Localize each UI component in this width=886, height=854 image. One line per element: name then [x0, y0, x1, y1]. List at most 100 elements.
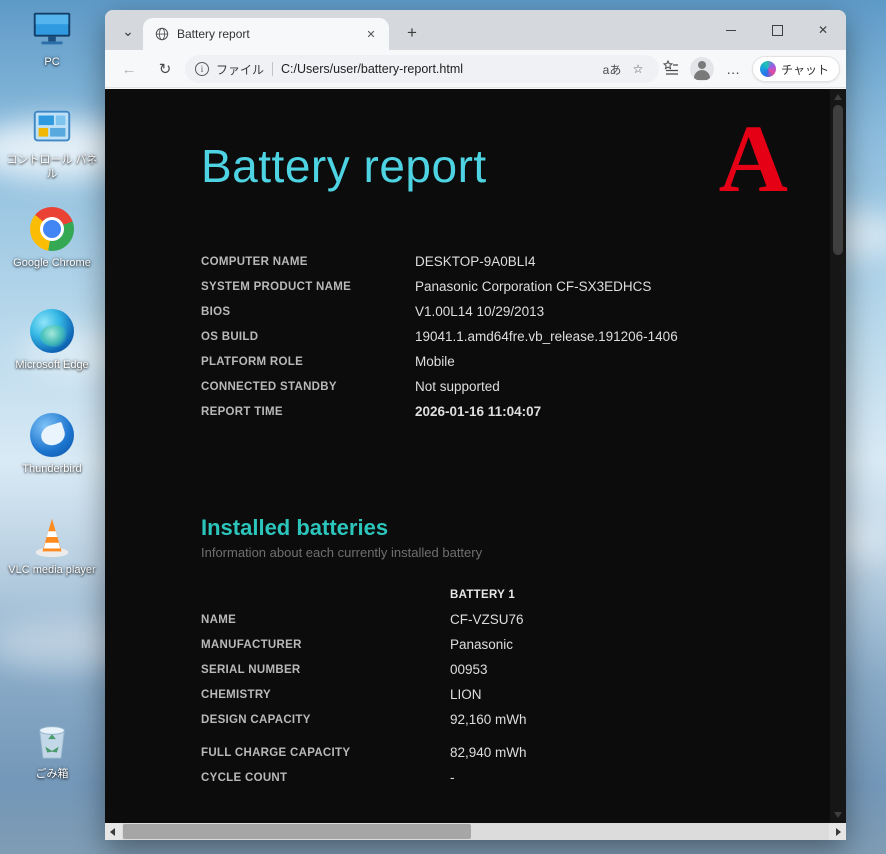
tab-battery-report[interactable]: Battery report ✕ [143, 18, 389, 50]
desktop-icon-label: PC [2, 56, 102, 70]
new-tab-button[interactable]: + [399, 20, 425, 46]
field-value: DESKTOP-9A0BLI4 [415, 254, 536, 269]
table-row: FULL CHARGE CAPACITY 82,940 mWh [201, 740, 830, 765]
scroll-right-icon[interactable] [829, 823, 846, 840]
field-label: PLATFORM ROLE [201, 356, 415, 368]
desktop-icon-google-chrome[interactable]: Google Chrome [2, 206, 102, 271]
system-info-table: COMPUTER NAME DESKTOP-9A0BLI4 SYSTEM PRO… [201, 249, 830, 424]
chat-button-label: チャット [781, 61, 829, 78]
field-value: CF-VZSU76 [450, 612, 524, 627]
table-row: PLATFORM ROLE Mobile [201, 349, 830, 374]
settings-more-icon[interactable]: … [720, 56, 746, 82]
desktop-icon-recycle-bin[interactable]: ごみ箱 [2, 718, 102, 782]
section-subheading: Information about each currently install… [201, 545, 830, 560]
installed-batteries-table: BATTERY 1 NAME CF-VZSU76 MANUFACTURER Pa… [201, 582, 830, 790]
desktop-icon-control-panel[interactable]: コントロール パネル [2, 104, 102, 182]
field-label: CYCLE COUNT [201, 772, 450, 784]
profile-avatar[interactable] [690, 57, 714, 81]
bing-chat-icon [760, 61, 776, 77]
field-label: BIOS [201, 306, 415, 318]
field-value: Mobile [415, 354, 455, 369]
table-row: OS BUILD 19041.1.amd64fre.vb_release.191… [201, 324, 830, 349]
microsoft-edge-icon [29, 309, 75, 355]
table-row: MANUFACTURER Panasonic [201, 632, 830, 657]
minimize-button[interactable] [708, 10, 754, 50]
field-value: LION [450, 687, 482, 702]
field-label: CONNECTED STANDBY [201, 381, 415, 393]
horizontal-scrollbar-thumb[interactable] [123, 824, 471, 839]
desktop-icon-label: VLC media player [2, 564, 102, 578]
maximize-button[interactable] [754, 10, 800, 50]
pc-icon [29, 6, 75, 52]
table-row: NAME CF-VZSU76 [201, 607, 830, 632]
desktop-icon-label: Microsoft Edge [2, 359, 102, 373]
column-header: BATTERY 1 [450, 589, 515, 601]
field-value: 2026-01-16 11:04:07 [415, 404, 541, 419]
field-label: SYSTEM PRODUCT NAME [201, 281, 415, 293]
add-favorite-star-icon[interactable]: ☆ [625, 57, 651, 81]
chat-button[interactable]: チャット [752, 56, 840, 82]
favorites-hub-icon[interactable] [658, 56, 684, 82]
refresh-button[interactable]: ↻ [151, 56, 179, 82]
annotation-letter: A [719, 111, 788, 207]
table-row: REPORT TIME 2026-01-16 11:04:07 [201, 399, 830, 424]
url-scheme-label: ファイル [216, 61, 264, 78]
field-value: 92,160 mWh [450, 712, 527, 727]
desktop-icon-thunderbird[interactable]: Thunderbird [2, 412, 102, 477]
horizontal-scrollbar[interactable] [105, 823, 846, 840]
vlc-icon [29, 514, 75, 560]
field-label: REPORT TIME [201, 406, 415, 418]
desktop-icon-pc[interactable]: PC [2, 6, 102, 70]
thunderbird-icon [29, 413, 75, 459]
table-row: CYCLE COUNT - [201, 765, 830, 790]
desktop-icon-microsoft-edge[interactable]: Microsoft Edge [2, 308, 102, 373]
field-label: CHEMISTRY [201, 689, 450, 701]
tab-strip: ⌄ Battery report ✕ + ✕ [105, 10, 846, 50]
tab-search-chevron-icon[interactable]: ⌄ [115, 18, 141, 44]
translate-icon[interactable]: aあ [599, 57, 625, 81]
desktop-icon-label: コントロール パネル [2, 154, 102, 182]
field-value: Not supported [415, 379, 500, 394]
field-label: FULL CHARGE CAPACITY [201, 747, 450, 759]
control-panel-icon [29, 104, 75, 150]
vertical-scrollbar-thumb[interactable] [833, 105, 843, 255]
scroll-down-icon[interactable] [834, 812, 842, 818]
url-text[interactable]: C:/Users/user/battery-report.html [281, 62, 599, 76]
battery-report-page: Battery report A COMPUTER NAME DESKTOP-9… [105, 89, 830, 823]
field-value: 19041.1.amd64fre.vb_release.191206-1406 [415, 329, 678, 344]
desktop-icon-label: Google Chrome [2, 257, 102, 271]
field-label: NAME [201, 614, 450, 626]
desktop-icon-label: Thunderbird [2, 463, 102, 477]
tab-close-icon[interactable]: ✕ [361, 24, 381, 44]
tab-title: Battery report [177, 27, 361, 41]
field-label: MANUFACTURER [201, 639, 450, 651]
recycle-bin-icon [29, 718, 75, 764]
scroll-up-icon[interactable] [834, 94, 842, 100]
field-label: COMPUTER NAME [201, 256, 415, 268]
table-row: DESIGN CAPACITY 92,160 mWh [201, 707, 830, 732]
field-value: 82,940 mWh [450, 745, 527, 760]
table-row: SERIAL NUMBER 00953 [201, 657, 830, 682]
field-label: OS BUILD [201, 331, 415, 343]
field-label: DESIGN CAPACITY [201, 714, 450, 726]
address-bar[interactable]: ファイル C:/Users/user/battery-report.html a… [185, 55, 659, 83]
table-row: CONNECTED STANDBY Not supported [201, 374, 830, 399]
table-row: CHEMISTRY LION [201, 682, 830, 707]
google-chrome-icon [29, 207, 75, 253]
field-label: SERIAL NUMBER [201, 664, 450, 676]
table-row: COMPUTER NAME DESKTOP-9A0BLI4 [201, 249, 830, 274]
site-info-icon[interactable] [195, 62, 209, 76]
scroll-left-icon[interactable] [105, 823, 122, 840]
section-heading: Installed batteries [201, 515, 830, 541]
table-header-row: BATTERY 1 [201, 582, 830, 607]
browser-window: ⌄ Battery report ✕ + ✕ ← ↻ ファイル C:/Users… [105, 10, 846, 840]
desktop-icon-vlc[interactable]: VLC media player [2, 514, 102, 578]
vertical-scrollbar[interactable] [830, 89, 846, 823]
back-button[interactable]: ← [115, 56, 143, 82]
window-controls: ✕ [708, 10, 846, 50]
field-value: - [450, 770, 455, 785]
field-value: 00953 [450, 662, 488, 677]
desktop-icon-label: ごみ箱 [2, 768, 102, 782]
close-window-button[interactable]: ✕ [800, 10, 846, 50]
url-divider [272, 62, 273, 76]
